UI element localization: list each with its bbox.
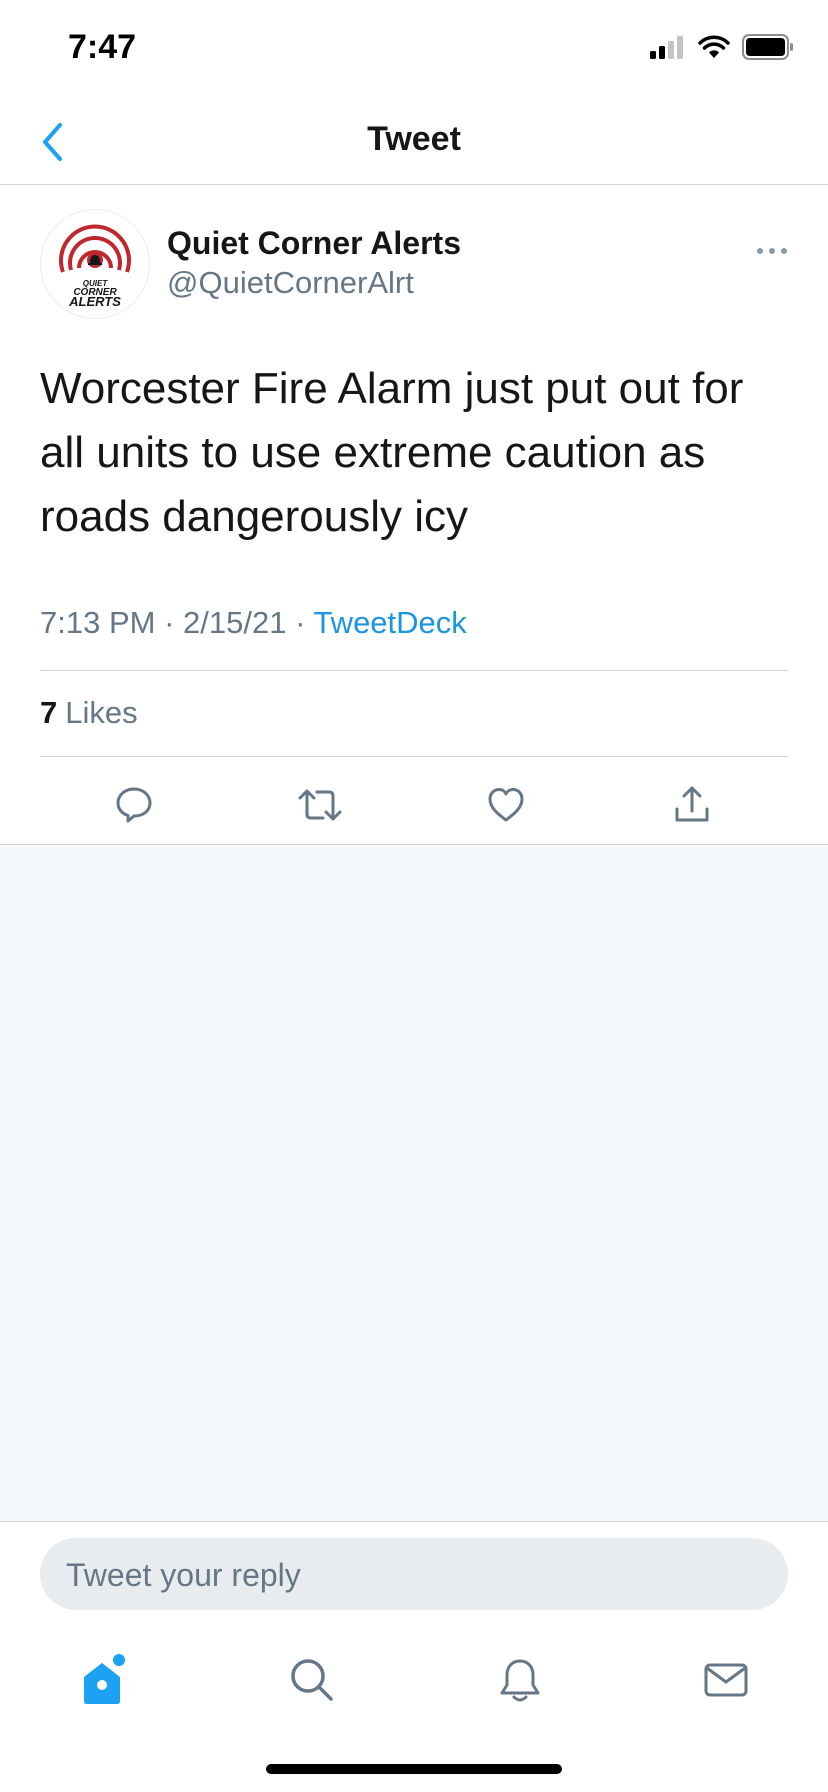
tab-bar bbox=[0, 1640, 828, 1720]
home-icon bbox=[84, 1654, 125, 1704]
messages-icon bbox=[704, 1663, 748, 1697]
home-indicator[interactable] bbox=[266, 1764, 562, 1774]
retweet-button[interactable] bbox=[290, 775, 350, 835]
heart-icon bbox=[488, 788, 524, 822]
reply-button[interactable] bbox=[104, 775, 164, 835]
tab-search[interactable] bbox=[272, 1640, 352, 1720]
notifications-icon bbox=[500, 1659, 540, 1702]
reply-icon bbox=[116, 787, 152, 823]
navbar: Tweet bbox=[0, 100, 828, 185]
tweet-date: 2/15/21 bbox=[183, 605, 287, 640]
user-handle[interactable]: @QuietCornerAlrt bbox=[167, 265, 414, 301]
tab-messages[interactable] bbox=[686, 1640, 766, 1720]
meta-separator: · bbox=[155, 605, 184, 640]
display-name[interactable]: Quiet Corner Alerts bbox=[167, 225, 461, 262]
svg-text:ALERTS: ALERTS bbox=[68, 294, 121, 309]
avatar[interactable]: QUIET CORNER ALERTS bbox=[40, 209, 150, 319]
tweet-time: 7:13 PM bbox=[40, 605, 156, 640]
tweet-source-link[interactable]: TweetDeck bbox=[313, 605, 466, 640]
tweet-text: Worcester Fire Alarm just put out for al… bbox=[40, 364, 744, 541]
tweet-detail: QUIET CORNER ALERTS Quiet Corner Alerts … bbox=[0, 185, 828, 845]
status-icons bbox=[650, 34, 794, 60]
search-icon bbox=[291, 1659, 333, 1701]
cellular-signal-icon bbox=[650, 36, 683, 59]
battery-icon bbox=[742, 34, 793, 60]
retweet-icon bbox=[298, 789, 342, 821]
share-icon bbox=[675, 786, 709, 822]
likes-count: 7 bbox=[40, 695, 58, 730]
more-icon bbox=[757, 248, 787, 254]
tab-notifications[interactable] bbox=[480, 1640, 560, 1720]
share-button[interactable] bbox=[662, 775, 722, 835]
tweet-metadata: 7:13 PM · 2/15/21 · TweetDeck bbox=[40, 605, 467, 641]
likes-link[interactable]: 7 Likes bbox=[40, 695, 138, 731]
tab-home[interactable] bbox=[64, 1640, 144, 1720]
meta-separator: · bbox=[286, 605, 314, 640]
divider bbox=[40, 670, 788, 671]
tweet-actions bbox=[0, 775, 828, 843]
quiet-corner-alerts-logo: QUIET CORNER ALERTS bbox=[41, 210, 149, 318]
divider bbox=[40, 756, 788, 757]
wifi-icon bbox=[698, 35, 730, 58]
status-time: 7:47 bbox=[68, 28, 137, 66]
reply-bar[interactable] bbox=[40, 1538, 788, 1612]
more-options-button[interactable] bbox=[752, 241, 792, 261]
reply-input[interactable] bbox=[64, 1538, 768, 1612]
likes-label: Likes bbox=[65, 695, 138, 730]
status-bar: 7:47 bbox=[0, 0, 828, 100]
page-title: Tweet bbox=[367, 120, 461, 158]
replies-area bbox=[0, 845, 828, 1522]
like-button[interactable] bbox=[476, 775, 536, 835]
